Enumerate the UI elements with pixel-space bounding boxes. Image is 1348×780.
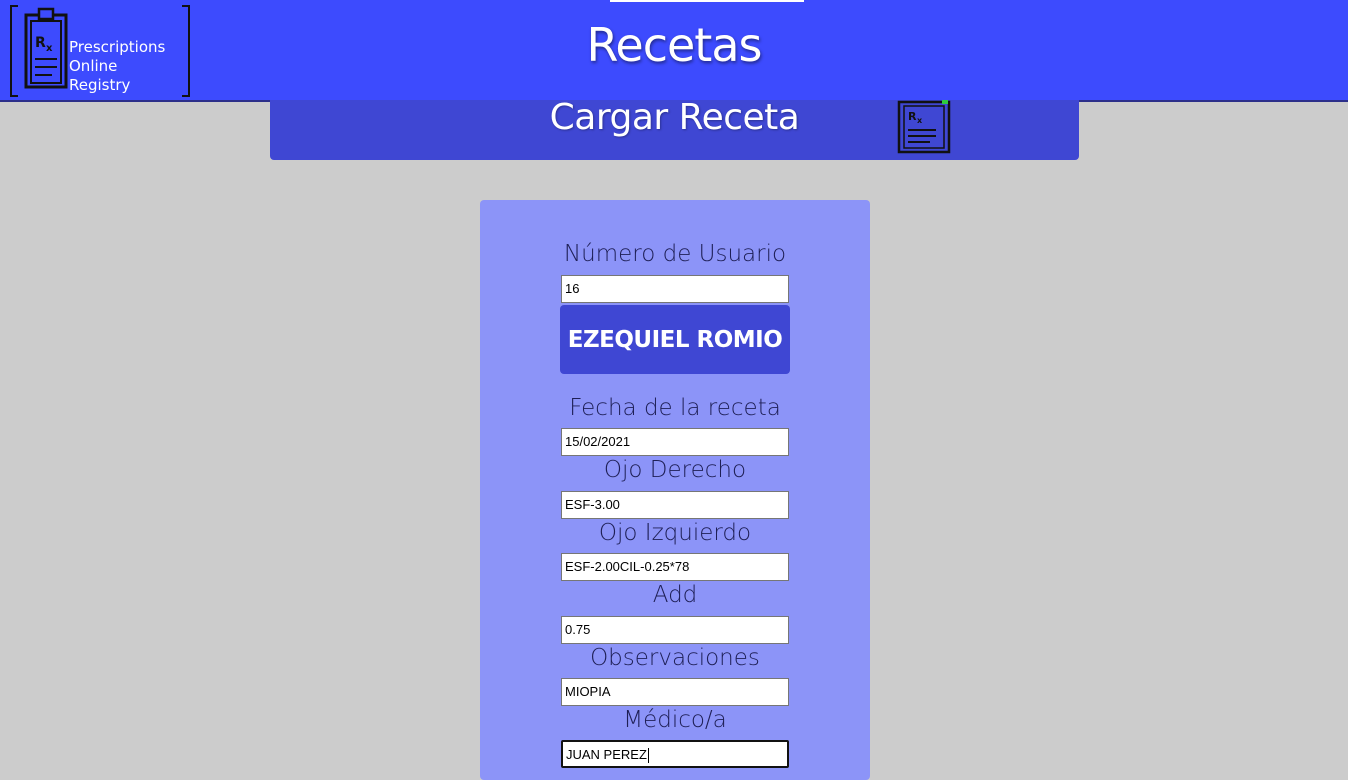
page-title: Recetas (586, 18, 763, 72)
section-header: Cargar Receta R x (270, 97, 1079, 160)
logo-line: Registry (69, 76, 131, 94)
doctor-input-value: JUAN PEREZ (566, 747, 647, 762)
date-label: Fecha de la receta (569, 395, 781, 421)
top-header: R x Prescriptions Online Registry Receta… (0, 0, 1348, 102)
svg-text:x: x (917, 116, 923, 125)
doctor-input[interactable]: JUAN PEREZ (561, 740, 789, 768)
date-input[interactable]: 15/02/2021 (561, 428, 789, 456)
doctor-label: Médico/a (623, 707, 727, 733)
user-name-button[interactable]: EZEQUIEL ROMIO (560, 305, 790, 374)
observations-input[interactable]: MIOPIA (561, 678, 789, 706)
left-eye-input[interactable]: ESF-2.00CIL-0.25*78 (561, 553, 789, 581)
add-label: Add (652, 582, 698, 608)
text-caret (647, 748, 649, 764)
prescription-form: Número de Usuario 16 EZEQUIEL ROMIO Fech… (480, 200, 870, 780)
user-number-label: Número de Usuario (563, 241, 787, 267)
prescription-clipboard-icon: R x (897, 100, 951, 154)
observations-label: Observaciones (590, 645, 760, 671)
section-title: Cargar Receta (549, 97, 800, 138)
right-eye-input[interactable]: ESF-3.00 (561, 491, 789, 519)
left-eye-label: Ojo Izquierdo (598, 520, 752, 546)
right-eye-label: Ojo Derecho (603, 457, 747, 483)
svg-text:R: R (908, 110, 917, 123)
user-number-input[interactable]: 16 (561, 275, 789, 303)
top-strip (610, 0, 804, 2)
add-input[interactable]: 0.75 (561, 616, 789, 644)
